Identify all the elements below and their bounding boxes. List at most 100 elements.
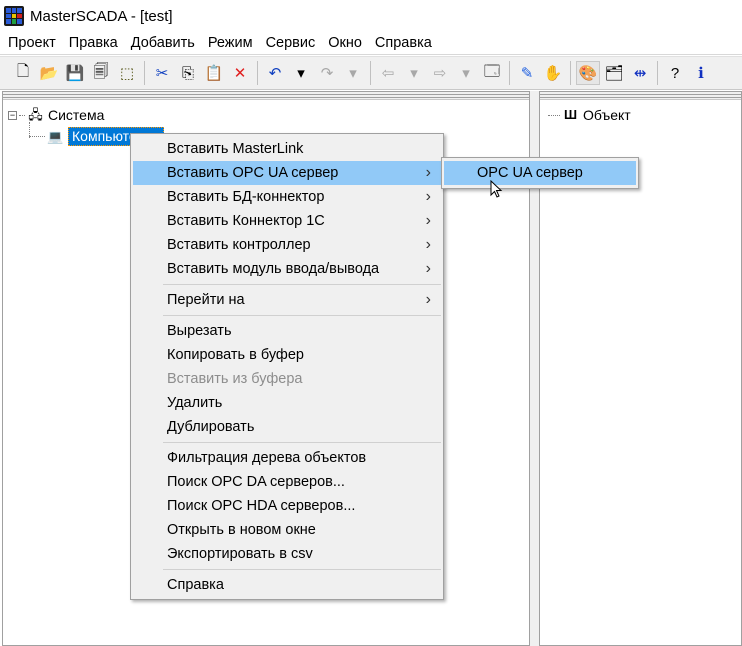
back-icon[interactable]: ⇦ bbox=[376, 61, 400, 85]
open-folder-icon[interactable]: 📂 bbox=[37, 61, 61, 85]
menu-4[interactable]: Сервис bbox=[258, 35, 321, 51]
chevron-right-icon: › bbox=[425, 260, 431, 277]
hand-icon[interactable]: ✋ bbox=[541, 61, 565, 85]
menu-item-label: Экспортировать в csv bbox=[167, 546, 313, 562]
menu-item[interactable]: Перейти на › bbox=[133, 288, 441, 312]
menu-item[interactable]: Открыть в новом окне bbox=[133, 518, 441, 542]
tree-node-system[interactable]: − 🖧 Система bbox=[8, 107, 104, 123]
menu-1[interactable]: Правка bbox=[61, 35, 123, 51]
chevron-right-icon: › bbox=[425, 236, 431, 253]
chevron-right-icon: › bbox=[425, 188, 431, 205]
menu-item[interactable]: Вставить Коннектор 1С › bbox=[133, 209, 441, 233]
chevron-right-icon: › bbox=[425, 212, 431, 229]
menu-2[interactable]: Добавить bbox=[123, 35, 200, 51]
undo-icon[interactable]: ↶ bbox=[263, 61, 287, 85]
menu-item-label: Поиск OPC HDA серверов... bbox=[167, 498, 356, 514]
menu-item[interactable]: Фильтрация дерева объектов bbox=[133, 446, 441, 470]
delete-icon[interactable]: ✕ bbox=[228, 61, 252, 85]
submenu: OPC UA сервер bbox=[441, 157, 639, 189]
menu-item-label: Вставить из буфера bbox=[167, 371, 303, 387]
tree-node-object[interactable]: Ш Объект bbox=[548, 107, 631, 123]
title-bar: MasterSCADA - [test] bbox=[0, 0, 742, 32]
tree-line bbox=[19, 114, 25, 116]
menu-item-label: Вырезать bbox=[167, 323, 232, 339]
menu-item-label: Вставить контроллер bbox=[167, 237, 311, 253]
chevron-right-icon: › bbox=[425, 164, 431, 181]
toolbar: 🗋 📂 💾 🗐 ⬚ ✂ ⎘ 📋 ✕ ↶ ▾ ↷ ▾ ⇦ ▾ ⇨ ▾ 🗔 ✎ ✋ 🎨 🗂 ⇹? ℹ bbox=[0, 56, 742, 90]
tree-node-label: Объект bbox=[583, 107, 631, 123]
paste-icon[interactable]: 📋 bbox=[202, 61, 226, 85]
undo-dropdown-icon[interactable]: ▾ bbox=[289, 61, 313, 85]
save-icon[interactable]: 💾 bbox=[63, 61, 87, 85]
menu-item[interactable]: Поиск OPC DA серверов... bbox=[133, 470, 441, 494]
back-dropdown-icon[interactable]: ▾ bbox=[402, 61, 426, 85]
menu-item[interactable]: Справка bbox=[133, 573, 441, 597]
collapse-icon[interactable]: − bbox=[8, 110, 17, 120]
menu-separator bbox=[163, 284, 441, 285]
menu-item-label: Копировать в буфер bbox=[167, 347, 304, 363]
menu-item[interactable]: Вставить модуль ввода/вывода › bbox=[133, 257, 441, 281]
window-icon[interactable]: 🗔 bbox=[480, 61, 504, 85]
menu-3[interactable]: Режим bbox=[200, 35, 258, 51]
toolbar-separator bbox=[509, 61, 510, 85]
save-all-icon[interactable]: 🗐 bbox=[89, 61, 113, 85]
menu-item-label: Удалить bbox=[167, 395, 223, 411]
toolbar-separator bbox=[657, 61, 658, 85]
menu-item[interactable]: Копировать в буфер bbox=[133, 343, 441, 367]
menu-6[interactable]: Справка bbox=[367, 35, 437, 51]
computer-icon: 💻 bbox=[47, 128, 64, 144]
new-file-icon[interactable]: 🗋 bbox=[11, 61, 35, 85]
menu-item[interactable]: Вставить MasterLink bbox=[133, 137, 441, 161]
menu-item-label: Перейти на bbox=[167, 292, 245, 308]
menu-item[interactable]: Экспортировать в csv bbox=[133, 542, 441, 566]
redo-dropdown-icon[interactable]: ▾ bbox=[341, 61, 365, 85]
pane-header bbox=[540, 92, 741, 100]
tree-line bbox=[548, 114, 560, 116]
pane-header bbox=[3, 92, 529, 100]
toolbar-separator bbox=[144, 61, 145, 85]
menu-item[interactable]: Вставить OPC UA сервер › bbox=[133, 161, 441, 185]
pen-icon[interactable]: ✎ bbox=[515, 61, 539, 85]
export-icon[interactable]: ⬚ bbox=[115, 61, 139, 85]
context-menu: Вставить MasterLink Вставить OPC UA серве… bbox=[130, 133, 444, 600]
menu-item[interactable]: Вставить контроллер › bbox=[133, 233, 441, 257]
redo-icon[interactable]: ↷ bbox=[315, 61, 339, 85]
menu-item-opc-ua-server[interactable]: OPC UA сервер bbox=[444, 161, 636, 185]
toolbar-separator bbox=[370, 61, 371, 85]
menu-item: Вставить из буфера bbox=[133, 367, 441, 391]
menu-item[interactable]: Поиск OPC HDA серверов... bbox=[133, 494, 441, 518]
menu-0[interactable]: Проект bbox=[0, 35, 61, 51]
menu-5[interactable]: Окно bbox=[320, 35, 367, 51]
network-icon: 🖧 bbox=[28, 107, 43, 122]
copy-icon[interactable]: ⎘ bbox=[176, 61, 200, 85]
project-folder-icon[interactable]: 🗂 bbox=[602, 61, 626, 85]
menu-item-label: OPC UA сервер bbox=[477, 165, 583, 181]
menu-item[interactable]: Удалить bbox=[133, 391, 441, 415]
object-icon: Ш bbox=[563, 107, 578, 122]
mouse-cursor-icon bbox=[490, 180, 503, 198]
help-pointer-icon[interactable]: ? bbox=[663, 61, 687, 85]
palette-icon[interactable]: 🎨 bbox=[576, 61, 600, 85]
tree-node-label: Система bbox=[48, 107, 105, 123]
tree-line bbox=[29, 136, 45, 137]
menu-item-label: Открыть в новом окне bbox=[167, 522, 316, 538]
menu-item-label: Вставить модуль ввода/вывода bbox=[167, 261, 380, 277]
menu-item-label: Вставить Коннектор 1С bbox=[167, 213, 325, 229]
menu-item[interactable]: Дублировать bbox=[133, 415, 441, 439]
cut-icon[interactable]: ✂ bbox=[150, 61, 174, 85]
toolbar-separator bbox=[570, 61, 571, 85]
info-icon[interactable]: ℹ bbox=[689, 61, 713, 85]
toolbar-separator bbox=[257, 61, 258, 85]
forward-dropdown-icon[interactable]: ▾ bbox=[454, 61, 478, 85]
menu-item-label: Справка bbox=[167, 577, 224, 593]
window-title: MasterSCADA - [test] bbox=[30, 7, 173, 25]
menu-item[interactable]: Вставить БД-коннектор › bbox=[133, 185, 441, 209]
menu-separator bbox=[163, 569, 441, 570]
masterscada-grid-icon bbox=[4, 6, 24, 26]
chevron-right-icon: › bbox=[425, 291, 431, 308]
forward-icon[interactable]: ⇨ bbox=[428, 61, 452, 85]
menu-separator bbox=[163, 315, 441, 316]
menu-item[interactable]: Вырезать bbox=[133, 319, 441, 343]
connect-icon[interactable]: ⇹ bbox=[628, 61, 652, 85]
menu-item-label: Дублировать bbox=[167, 419, 255, 435]
